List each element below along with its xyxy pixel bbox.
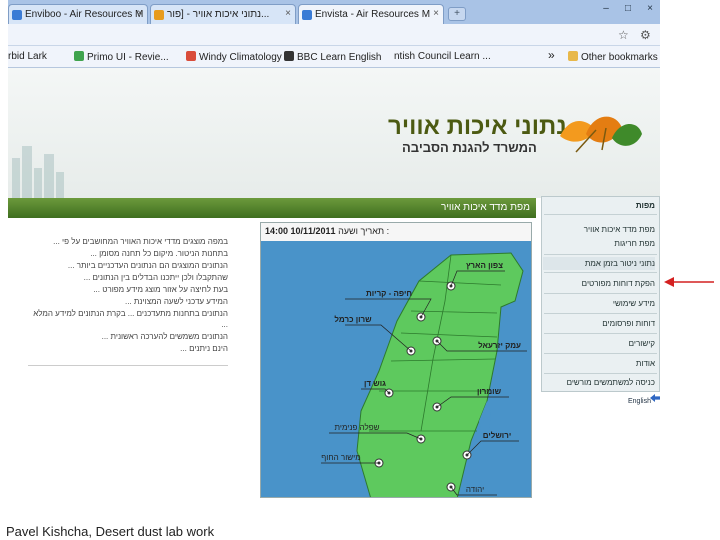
sidebar-item-login[interactable]: כניסה למשתמשים מורשים — [543, 378, 655, 387]
intro-line: הנתונים המוצגים הם הנתונים העדכניים ביות… — [67, 261, 228, 270]
maximize-icon[interactable]: □ — [618, 2, 638, 16]
region-label: ירושלים — [483, 431, 511, 440]
divider — [544, 373, 657, 374]
intro-line: הנתונים משמשים להערכה ראשונית ... — [101, 332, 228, 341]
bookmark-icon — [74, 51, 84, 61]
sidebar-menu: מפות מפת מדד איכות אוויר מפת חריגות נתונ… — [541, 196, 660, 392]
tab-favicon-icon — [302, 10, 312, 20]
bookmark-label: Windy Climatology — [199, 52, 282, 63]
site-header: נתוני איכות אוויר המשרד להגנת הסביבה — [8, 68, 660, 198]
divider — [544, 353, 657, 354]
region-label: צפון הארץ — [466, 261, 503, 270]
star-icon[interactable]: ☆ — [618, 28, 629, 42]
bookmarks-bar: rbid Lark Primo UI - Revie... Windy Clim… — [8, 46, 660, 68]
bookmark-label: ntish Council Learn ... — [394, 51, 491, 62]
tab-favicon-icon — [12, 10, 22, 20]
language-link[interactable]: English — [628, 398, 651, 405]
new-tab-button[interactable]: + — [448, 7, 466, 21]
divider — [544, 214, 657, 215]
browser-window: Enviboo - Air Resources M × נתוני איכות … — [8, 0, 660, 498]
region-label: שרון כרמל — [334, 315, 372, 324]
sidebar-item-maps[interactable]: מפות — [543, 201, 655, 210]
sidebar-item-about[interactable]: אודות — [543, 359, 655, 368]
divider — [544, 313, 657, 314]
tab-title: נתוני איכות אוויר - [פור... — [167, 9, 270, 20]
sidebar-item-useful-info[interactable]: מידע שימושי — [543, 299, 655, 308]
leaf-icon — [154, 10, 164, 20]
divider — [544, 254, 657, 255]
intro-line: הינם ניתנים ... — [180, 344, 228, 353]
divider — [544, 333, 657, 334]
sidebar-item-detailed-reports[interactable]: הפקת דוחות מפורטים — [543, 279, 655, 288]
tab-air-quality[interactable]: נתוני איכות אוויר - [פור... × — [150, 4, 296, 25]
site-title: נתוני איכות אוויר — [388, 113, 567, 140]
region-label: חיפה - קריות — [366, 289, 412, 298]
bookmark-item[interactable]: rbid Lark — [8, 51, 47, 62]
map-date-value: 14:00 10/11/2011 — [265, 226, 336, 236]
bookmark-label: BBC Learn English — [297, 52, 382, 63]
bookmark-item[interactable]: Windy Climatology — [186, 51, 282, 63]
sidebar-item-publications[interactable]: דוחות ופרסומים — [543, 319, 655, 328]
bookmark-item[interactable]: ntish Council Learn ... — [394, 51, 491, 62]
other-bookmarks[interactable]: Other bookmarks — [568, 51, 658, 63]
minimize-icon[interactable]: – — [596, 2, 616, 16]
bookmark-icon — [186, 51, 196, 61]
sidebar-item-aqi-map[interactable]: מפת מדד איכות אוויר — [543, 225, 655, 234]
folder-icon — [568, 51, 578, 61]
close-icon[interactable]: × — [433, 8, 439, 19]
tab-title: Envista - Air Resources M — [315, 9, 431, 20]
sidebar-item-realtime-data[interactable]: נתוני ניטור בזמן אמת — [543, 257, 655, 270]
divider — [544, 293, 657, 294]
sidebar-item-exceedance-map[interactable]: מפת חריגות — [543, 239, 655, 248]
tab-title: Enviboo - Air Resources M — [25, 9, 144, 20]
israel-map-svg: צפון הארץ חיפה - קריות שרון כרמל עמק יזר… — [321, 252, 527, 497]
bookmark-icon — [284, 51, 294, 61]
web-page: נתוני איכות אוויר המשרד להגנת הסביבה מפת… — [8, 68, 660, 498]
arrow-left-icon — [650, 394, 660, 402]
region-label: יהודה — [466, 485, 484, 494]
region-label: מישור החוף — [321, 453, 360, 462]
slide: Enviboo - Air Resources M × נתוני איכות … — [0, 0, 720, 540]
site-subtitle: המשרד להגנת הסביבה — [402, 140, 537, 155]
region-label: שפלה פנימית — [335, 423, 380, 432]
section-title-bar: מפת מדד איכות אוויר — [8, 198, 536, 218]
tab-strip: Enviboo - Air Resources M × נתוני איכות … — [8, 0, 660, 25]
intro-line: המידע עדכני לשעה המצוינת ... — [125, 297, 228, 306]
tab-enviboo[interactable]: Enviboo - Air Resources M × — [8, 4, 148, 25]
wrench-icon[interactable]: ⚙ — [640, 28, 651, 42]
map-date-label: תאריך ושעה : — [338, 226, 390, 236]
red-pointer-arrow-icon — [664, 277, 714, 287]
tab-envista[interactable]: Envista - Air Resources M × — [298, 4, 444, 25]
intro-line: בעת לחיצה על אזור מוצג מידע מפורט ... — [93, 285, 228, 294]
close-window-icon[interactable]: × — [640, 2, 660, 16]
intro-line: במפה מוצגים מדדי איכות האוויר המחושבים ע… — [53, 237, 228, 246]
air-quality-map[interactable]: 14:00 10/11/2011 תאריך ושעה : צפון הארץ … — [260, 222, 532, 498]
bookmark-item[interactable]: BBC Learn English — [284, 51, 382, 63]
skyline-graphic — [12, 146, 64, 198]
divider — [544, 272, 657, 273]
bookmark-label: Other bookmarks — [581, 52, 658, 63]
intro-line: שהתקבלו ולכן ייתכנו הבדלים בין הנתונים .… — [83, 273, 228, 282]
region-label: גוש דן — [364, 379, 386, 388]
bookmarks-overflow-button[interactable]: » — [548, 48, 555, 62]
bookmark-label: rbid Lark — [8, 51, 47, 62]
intro-text: במפה מוצגים מדדי איכות האוויר המחושבים ע… — [28, 236, 228, 366]
intro-line: הנתונים בתחנות מתעדכנים ... בקרת הנתונים… — [33, 309, 228, 329]
bookmark-label: Primo UI - Revie... — [87, 52, 169, 63]
intro-line: בתחנות הניטור. מיקום כל תחנה מסומן ... — [90, 249, 228, 258]
close-icon[interactable]: × — [285, 8, 291, 19]
region-label: עמק יזרעאל — [478, 341, 521, 350]
region-label: שומרון — [477, 387, 502, 396]
ministry-leaf-logo-icon — [560, 116, 642, 153]
bookmark-item[interactable]: Primo UI - Revie... — [74, 51, 169, 63]
section-title: מפת מדד איכות אוויר — [440, 202, 530, 213]
slide-caption: Pavel Kishcha, Desert dust lab work — [6, 524, 215, 539]
address-toolbar: ☆ ⚙ — [8, 24, 660, 46]
sidebar-item-links[interactable]: קישורים — [543, 339, 655, 348]
close-icon[interactable]: × — [137, 8, 143, 19]
map-date-header: 14:00 10/11/2011 תאריך ושעה : — [261, 223, 531, 241]
